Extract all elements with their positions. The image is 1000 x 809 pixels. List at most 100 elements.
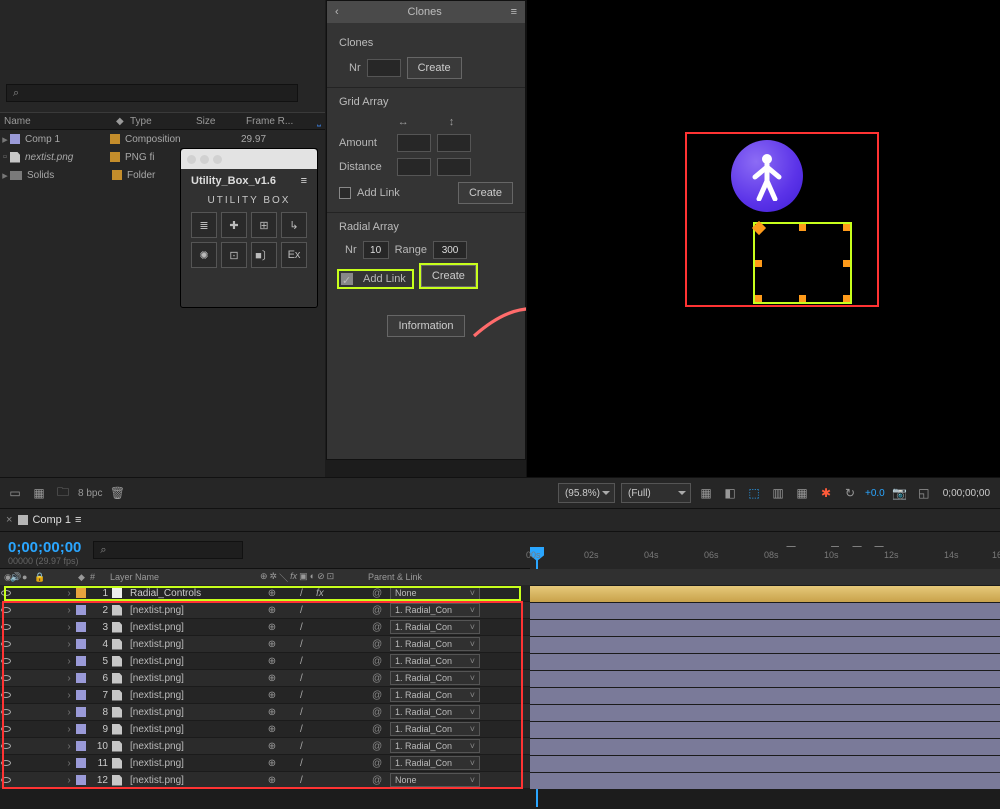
current-timecode[interactable]: 0;00;00;00 (0, 535, 89, 556)
pickwhip-icon[interactable]: @ (372, 741, 390, 752)
exposure-value[interactable]: +0.0 (865, 488, 885, 499)
twirl-icon[interactable]: › (62, 690, 76, 701)
twirl-icon[interactable]: ▸ (0, 133, 10, 146)
label-color[interactable] (76, 707, 86, 717)
label-color[interactable] (76, 775, 86, 785)
reset-exposure-icon[interactable]: ↻ (841, 484, 859, 502)
ubox-btn-7[interactable]: Ex (281, 242, 307, 268)
layer-track-bar[interactable] (530, 721, 1000, 738)
twirl-icon[interactable]: › (62, 724, 76, 735)
twirl-icon[interactable]: › (62, 622, 76, 633)
clones-create-button[interactable]: Create (407, 57, 462, 79)
switch-shy[interactable]: ⊕ (262, 741, 282, 752)
switch-shy[interactable]: ⊕ (262, 724, 282, 735)
nextist-layer-preview[interactable] (731, 140, 803, 212)
handle[interactable] (799, 295, 806, 302)
label-color[interactable] (76, 690, 86, 700)
twirl-icon[interactable]: › (62, 588, 76, 599)
ubox-btn-2[interactable]: ⊞ (251, 212, 277, 238)
ubox-btn-5[interactable]: ⊡ (221, 242, 247, 268)
layer-track-bar[interactable] (530, 585, 1000, 602)
tab-menu-icon[interactable]: ≡ (75, 514, 81, 526)
switch-shy[interactable]: ⊕ (262, 605, 282, 616)
layer-track-bar[interactable] (530, 653, 1000, 670)
col-name[interactable]: Name (0, 116, 112, 127)
label-color[interactable] (76, 724, 86, 734)
grid-dist-y[interactable] (437, 158, 471, 176)
trash-icon[interactable]: 🗑 (108, 484, 126, 502)
tab-comp1[interactable]: Comp 1 ≡ (18, 514, 81, 526)
layer-name[interactable]: [nextist.png] (126, 673, 262, 684)
col-frame[interactable]: Frame R... (242, 116, 297, 127)
twirl-icon[interactable]: › (62, 707, 76, 718)
label-color[interactable] (76, 741, 86, 751)
switch-shy[interactable]: ⊕ (262, 622, 282, 633)
label-color[interactable] (76, 656, 86, 666)
channels-icon[interactable]: ▦ (793, 484, 811, 502)
handle[interactable] (755, 295, 762, 302)
label-color[interactable] (76, 758, 86, 768)
panel-titlebar[interactable] (181, 149, 317, 169)
twirl-icon[interactable]: › (62, 605, 76, 616)
radial-nr-input[interactable] (363, 241, 389, 259)
visibility-toggle[interactable] (1, 760, 11, 766)
ubox-btn-3[interactable]: ↳ (281, 212, 307, 238)
switch-shy[interactable]: ⊕ (262, 775, 282, 786)
layer-name[interactable]: [nextist.png] (126, 690, 262, 701)
parent-dropdown[interactable]: 1. Radial_Con (390, 688, 480, 702)
resolution-dropdown[interactable]: (Full) (621, 483, 691, 503)
visibility-toggle[interactable] (1, 743, 11, 749)
col-size[interactable]: Size (192, 116, 242, 127)
timeline-search[interactable]: ⌕ (93, 541, 243, 559)
project-item-comp[interactable]: ▸ Comp 1 Composition 29.97 (0, 130, 325, 148)
switch-shy[interactable]: ⊕ (262, 690, 282, 701)
timeline-tracks[interactable] (530, 585, 1000, 789)
window-dot[interactable] (200, 155, 209, 164)
pickwhip-icon[interactable]: @ (372, 673, 390, 684)
layer-name[interactable]: Radial_Controls (126, 588, 262, 599)
parent-dropdown[interactable]: 1. Radial_Con (390, 637, 480, 651)
zoom-dropdown[interactable]: (95.8%) (558, 483, 615, 503)
pickwhip-icon[interactable]: @ (372, 690, 390, 701)
pickwhip-icon[interactable]: @ (372, 758, 390, 769)
selection-handles[interactable] (756, 225, 849, 301)
twirl-icon[interactable]: › (62, 656, 76, 667)
bpc-toggle[interactable]: 8 bpc (78, 484, 102, 502)
ubox-btn-0[interactable]: ≣ (191, 212, 217, 238)
show-snapshot-icon[interactable]: ◱ (915, 484, 933, 502)
grid-amount-x[interactable] (397, 134, 431, 152)
visibility-toggle[interactable] (1, 590, 11, 596)
pickwhip-icon[interactable]: @ (372, 639, 390, 650)
pickwhip-icon[interactable]: @ (372, 622, 390, 633)
interpret-icon[interactable]: ▭ (6, 484, 24, 502)
visibility-toggle[interactable] (1, 777, 11, 783)
twirl-icon[interactable]: › (62, 741, 76, 752)
layer-track-bar[interactable] (530, 670, 1000, 687)
parent-dropdown[interactable]: None (390, 586, 480, 600)
ubox-btn-6[interactable]: ■〕 (251, 242, 277, 268)
color-mgmt-icon[interactable]: ✱ (817, 484, 835, 502)
preview-time[interactable]: 0;00;00;00 (939, 488, 994, 499)
pickwhip-icon[interactable]: @ (372, 724, 390, 735)
parent-dropdown[interactable]: 1. Radial_Con (390, 620, 480, 634)
visibility-toggle[interactable] (1, 709, 11, 715)
parent-dropdown[interactable]: 1. Radial_Con (390, 654, 480, 668)
visibility-toggle[interactable] (1, 658, 11, 664)
pickwhip-icon[interactable]: @ (372, 707, 390, 718)
layer-track-bar[interactable] (530, 772, 1000, 789)
parent-dropdown[interactable]: 1. Radial_Con (390, 603, 480, 617)
pickwhip-icon[interactable]: @ (372, 775, 390, 786)
tab-close-icon[interactable]: × (6, 514, 12, 526)
visibility-toggle[interactable] (1, 675, 11, 681)
information-button[interactable]: Information (387, 315, 464, 337)
parent-dropdown[interactable]: 1. Radial_Con (390, 756, 480, 770)
col-solo-icon[interactable]: ● (22, 572, 34, 582)
layer-name[interactable]: [nextist.png] (126, 775, 262, 786)
window-dot[interactable] (187, 155, 196, 164)
grid-amount-y[interactable] (437, 134, 471, 152)
col-lock-icon[interactable]: 🔒 (34, 572, 46, 583)
switch-shy[interactable]: ⊕ (262, 656, 282, 667)
twirl-icon[interactable]: ▸ (0, 169, 10, 182)
handle[interactable] (843, 224, 850, 231)
col-type[interactable]: Type (126, 116, 192, 127)
